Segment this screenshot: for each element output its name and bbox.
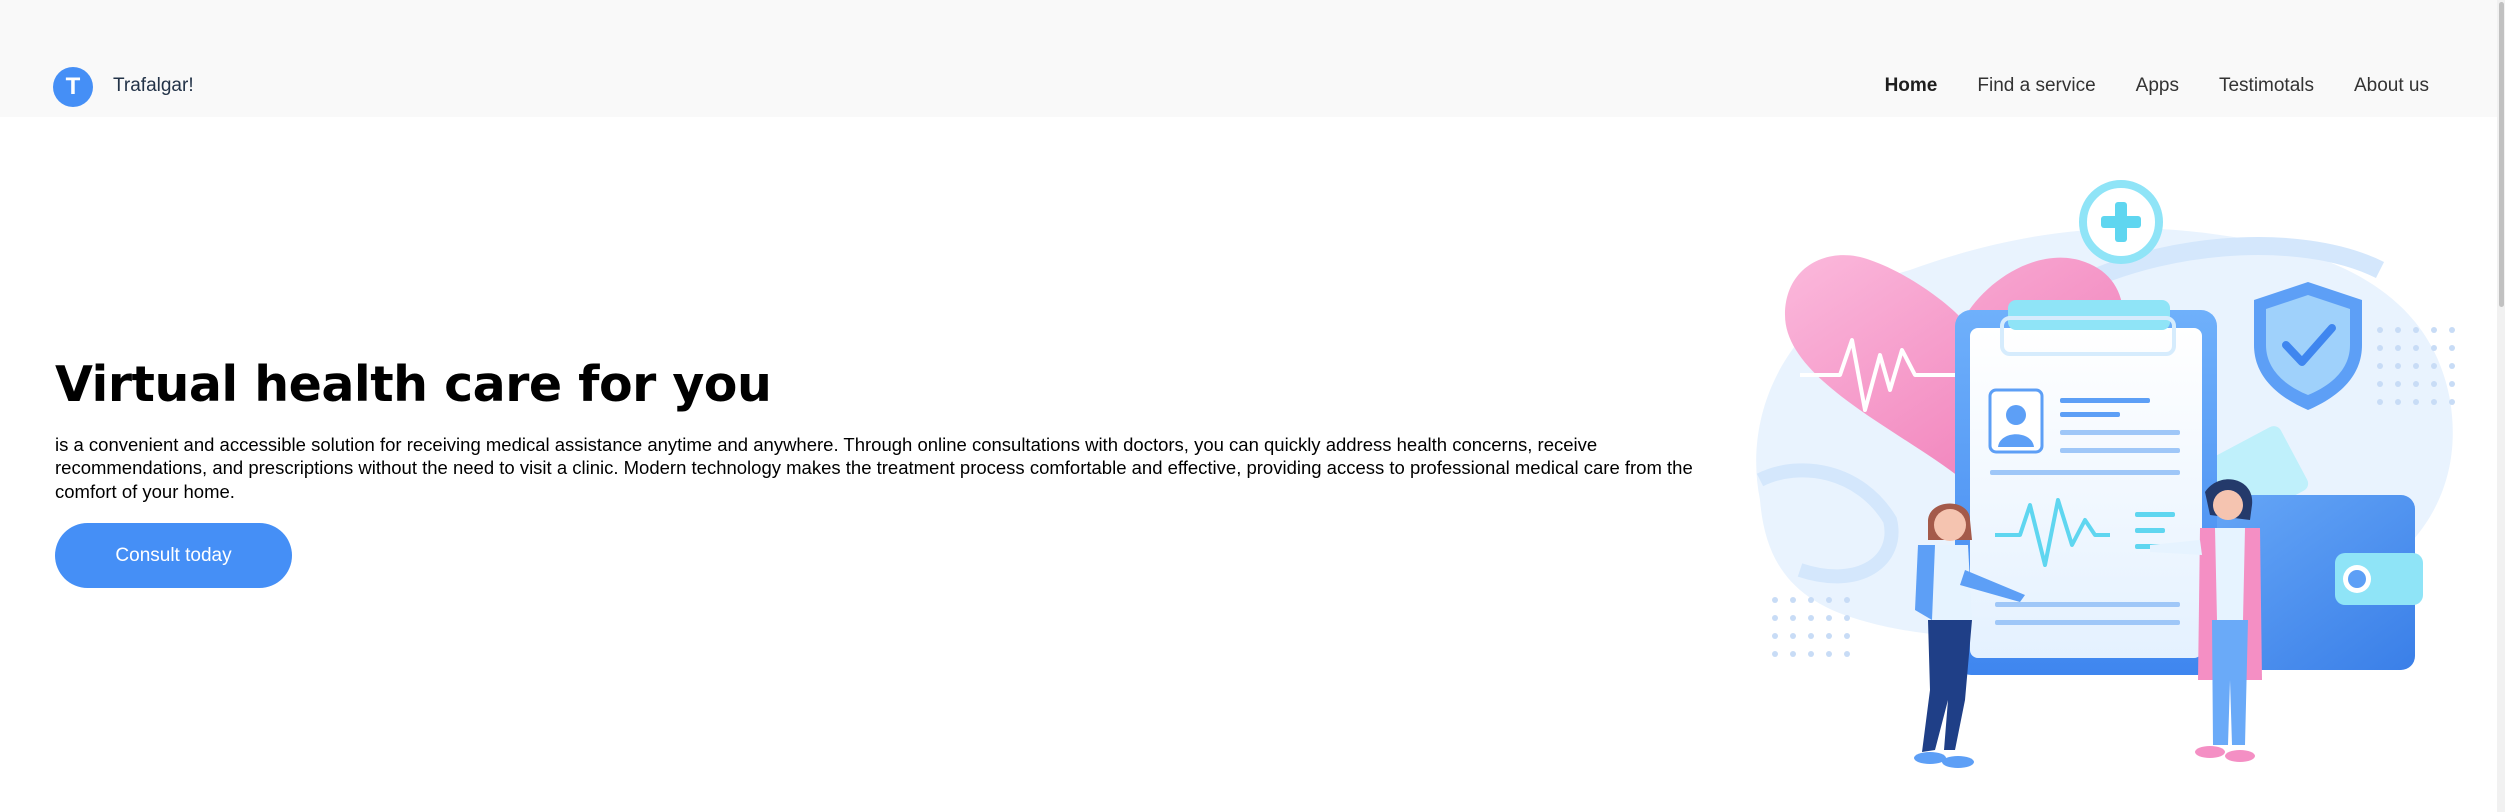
brand-name[interactable]: Trafalgar! xyxy=(113,75,194,97)
hero-description: is a convenient and accessible solution … xyxy=(55,434,1693,502)
site-header: T Trafalgar! Home Find a service Apps Te… xyxy=(0,0,2505,117)
logo-icon[interactable]: T xyxy=(53,67,93,107)
scrollbar-thumb[interactable] xyxy=(2499,2,2504,307)
page-scrollbar[interactable] xyxy=(2497,0,2505,812)
hero-illustration xyxy=(1756,180,2455,768)
clipboard-icon xyxy=(1955,300,2217,675)
nav-testimonials[interactable]: Testimotals xyxy=(2219,75,2314,97)
nav-apps[interactable]: Apps xyxy=(2136,75,2179,97)
consult-today-button[interactable]: Consult today xyxy=(55,523,292,588)
nav-home[interactable]: Home xyxy=(1885,75,1938,97)
nav-find-a-service[interactable]: Find a service xyxy=(1977,75,2095,97)
main-nav: Home Find a service Apps Testimotals Abo… xyxy=(1885,75,2429,97)
profile-icon xyxy=(1988,388,2044,454)
hero-title: Virtual health care for you xyxy=(55,356,772,413)
plus-icon xyxy=(2079,180,2163,264)
nav-about-us[interactable]: About us xyxy=(2354,75,2429,97)
